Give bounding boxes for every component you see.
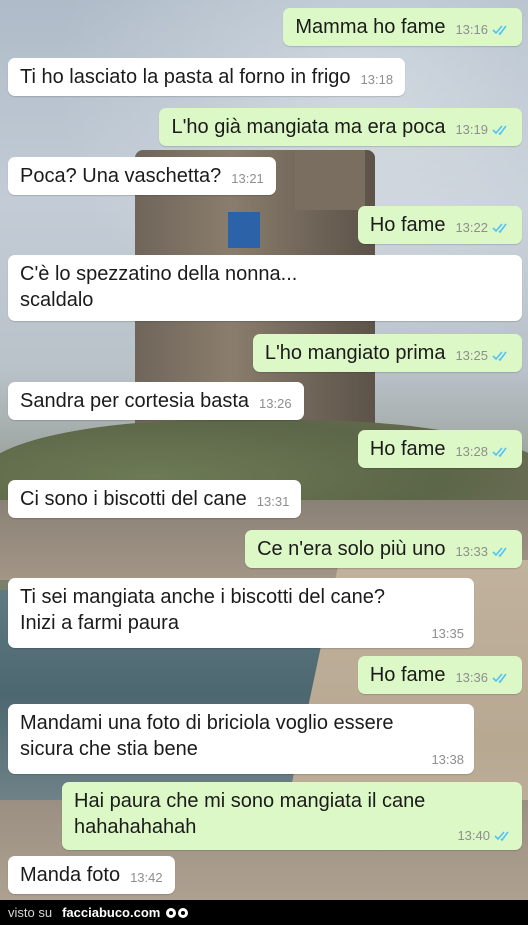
message-text: Ho fame bbox=[369, 664, 446, 686]
message-bubble-incoming[interactable]: Mandami una foto di briciola voglio esse… bbox=[8, 704, 474, 774]
message-meta: 13:31 bbox=[257, 494, 290, 510]
message-bubble-outgoing[interactable]: L'ho già mangiata ma era poca 13:19 bbox=[159, 108, 522, 146]
message-text: Ho fame bbox=[369, 214, 446, 236]
eyes-logo-icon bbox=[166, 907, 189, 918]
double-check-icon bbox=[492, 351, 507, 362]
message-bubble-incoming[interactable]: Manda foto 13:42 bbox=[8, 856, 175, 894]
message-meta: 13:25 bbox=[455, 348, 510, 364]
message-text: Hai paura che mi sono mangiata il cane h… bbox=[74, 790, 426, 838]
message-time: 13:40 bbox=[457, 828, 490, 843]
message-text: Ho fame bbox=[369, 438, 446, 460]
message-meta: 13:36 bbox=[455, 670, 510, 686]
message-bubble-outgoing[interactable]: Hai paura che mi sono mangiata il cane h… bbox=[62, 782, 522, 850]
message-bubble-incoming[interactable]: Sandra per cortesia basta 13:26 bbox=[8, 382, 304, 420]
message-text: Ti ho lasciato la pasta al forno in frig… bbox=[20, 66, 351, 88]
double-check-icon bbox=[492, 223, 507, 234]
message-bubble-outgoing[interactable]: Ho fame 13:28 bbox=[357, 430, 522, 468]
message-meta: 13:40 bbox=[457, 828, 512, 844]
message-meta: 13:19 bbox=[455, 122, 510, 138]
eye-icon bbox=[166, 907, 177, 918]
message-time: 13:25 bbox=[455, 348, 488, 363]
message-meta: 13:21 bbox=[231, 171, 264, 187]
message-time: 13:33 bbox=[455, 544, 488, 559]
message-bubble-outgoing[interactable]: Ho fame 13:36 bbox=[357, 656, 522, 694]
message-bubble-outgoing[interactable]: L'ho mangiato prima 13:25 bbox=[252, 334, 522, 372]
message-time: 13:38 bbox=[431, 752, 464, 767]
message-bubble-incoming[interactable]: C'è lo spezzatino della nonna... scaldal… bbox=[8, 255, 522, 321]
message-meta: 13:18 bbox=[361, 72, 394, 88]
message-meta: 13:16 bbox=[455, 22, 510, 38]
message-meta: 13:28 bbox=[455, 444, 510, 460]
message-bubble-outgoing[interactable]: Ce n'era solo più uno 13:33 bbox=[245, 530, 522, 568]
message-text: L'ho mangiato prima bbox=[264, 342, 446, 364]
message-meta: 13:35 bbox=[431, 626, 464, 642]
double-check-icon bbox=[492, 673, 507, 684]
message-text: C'è lo spezzatino della nonna... scaldal… bbox=[20, 263, 298, 311]
message-bubble-incoming[interactable]: Ti sei mangiata anche i biscotti del can… bbox=[8, 578, 474, 648]
double-check-icon bbox=[492, 25, 507, 36]
message-time: 13:22 bbox=[455, 220, 488, 235]
message-time: 13:21 bbox=[231, 171, 264, 186]
double-check-icon bbox=[494, 831, 509, 842]
message-time: 13:36 bbox=[455, 670, 488, 685]
message-bubble-incoming[interactable]: Poca? Una vaschetta? 13:21 bbox=[8, 157, 276, 195]
message-time: 13:19 bbox=[455, 122, 488, 137]
eye-icon bbox=[178, 907, 189, 918]
message-meta: 13:33 bbox=[455, 544, 510, 560]
message-bubble-incoming[interactable]: Ti ho lasciato la pasta al forno in frig… bbox=[8, 58, 406, 96]
double-check-icon bbox=[492, 447, 507, 458]
message-time: 13:28 bbox=[455, 444, 488, 459]
message-text: Ci sono i biscotti del cane bbox=[20, 488, 247, 510]
message-meta: 13:42 bbox=[130, 870, 163, 886]
message-time: 13:26 bbox=[259, 396, 292, 411]
chat-thread[interactable]: Mamma ho fame 13:16 Ti ho lasciato la pa… bbox=[0, 0, 528, 900]
message-text: Mamma ho fame bbox=[295, 16, 446, 38]
watermark-site: facciabuco.com bbox=[62, 905, 161, 920]
message-meta: 13:38 bbox=[431, 752, 464, 768]
message-meta: 13:26 bbox=[259, 396, 292, 412]
watermark-prefix: visto su bbox=[8, 905, 53, 920]
message-time: 13:35 bbox=[431, 626, 464, 641]
message-time: 13:16 bbox=[455, 22, 488, 37]
message-text: Poca? Una vaschetta? bbox=[20, 165, 222, 187]
message-text: Ti sei mangiata anche i biscotti del can… bbox=[20, 586, 386, 634]
message-text: Mandami una foto di briciola voglio esse… bbox=[20, 712, 394, 760]
message-meta: 13:22 bbox=[455, 220, 510, 236]
message-time: 13:31 bbox=[256, 494, 290, 509]
watermark-bar: visto su facciabuco.com bbox=[0, 900, 528, 925]
double-check-icon bbox=[492, 125, 507, 136]
message-bubble-outgoing[interactable]: Mamma ho fame 13:16 bbox=[283, 8, 522, 46]
message-time: 13:42 bbox=[130, 870, 163, 885]
message-bubble-outgoing[interactable]: Ho fame 13:22 bbox=[357, 206, 522, 244]
message-text: Ce n'era solo più uno bbox=[257, 538, 446, 560]
message-bubble-incoming[interactable]: Ci sono i biscotti del cane 13:31 bbox=[8, 480, 302, 518]
message-text: Manda foto bbox=[20, 864, 121, 886]
message-text: Sandra per cortesia basta bbox=[20, 390, 250, 412]
double-check-icon bbox=[492, 547, 507, 558]
message-text: L'ho già mangiata ma era poca bbox=[171, 116, 446, 138]
message-time: 13:18 bbox=[360, 72, 394, 87]
